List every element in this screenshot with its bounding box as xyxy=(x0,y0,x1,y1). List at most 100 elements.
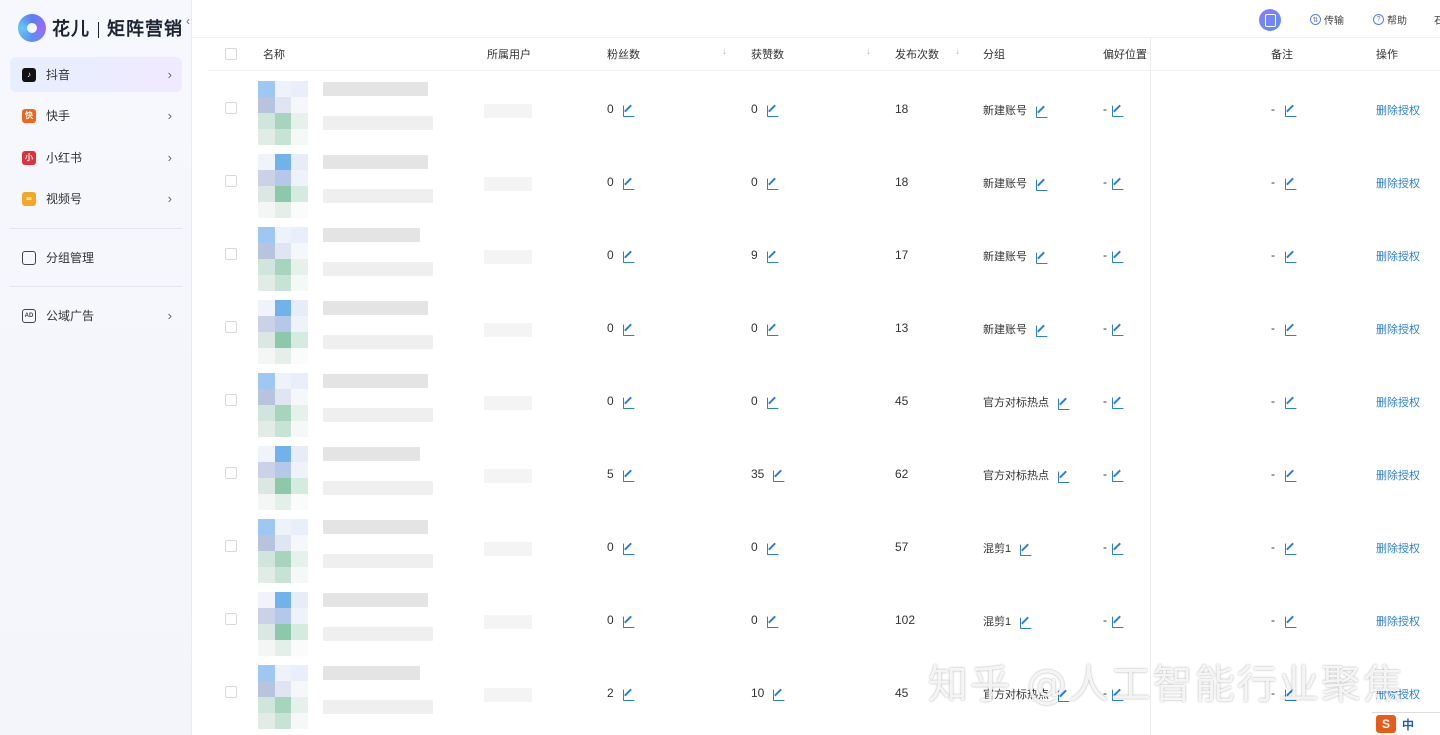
row-checkbox[interactable] xyxy=(225,686,237,698)
edit-icon[interactable] xyxy=(1285,542,1297,555)
thumb-cell xyxy=(291,551,308,567)
table-row: 0 0 13 新建账号 - - 删除授权 xyxy=(208,291,1440,364)
delete-auth-link[interactable]: 删除授权 xyxy=(1376,613,1420,629)
thumb-cell xyxy=(291,608,308,624)
edit-icon[interactable] xyxy=(622,104,635,117)
edit-icon[interactable] xyxy=(622,396,635,409)
ime-indicator[interactable]: S 中 xyxy=(1372,712,1440,735)
edit-icon[interactable] xyxy=(766,104,779,117)
edit-icon[interactable] xyxy=(1285,177,1297,190)
edit-icon[interactable] xyxy=(1036,105,1048,118)
delete-auth-link[interactable]: 删除授权 xyxy=(1376,540,1420,556)
sidebar-item-douyin[interactable]: ♪ 抖音 › xyxy=(10,57,182,92)
fans-cell: 0 xyxy=(607,613,635,628)
sort-fans-icon[interactable]: ↓ xyxy=(722,46,727,57)
edit-icon[interactable] xyxy=(622,323,635,336)
avatar[interactable] xyxy=(1259,9,1281,31)
location-cell: - xyxy=(1103,175,1124,190)
sidebar-divider xyxy=(10,286,182,287)
sort-likes-icon[interactable]: ↓ xyxy=(866,46,871,57)
edit-icon[interactable] xyxy=(622,177,635,190)
edit-icon[interactable] xyxy=(1112,323,1124,336)
row-checkbox[interactable] xyxy=(225,394,237,406)
header-fans[interactable]: 粉丝数 xyxy=(607,46,640,62)
row-checkbox[interactable] xyxy=(225,102,237,114)
edit-icon[interactable] xyxy=(622,250,635,263)
help-button[interactable]: ? 帮助 xyxy=(1373,12,1407,27)
row-checkbox[interactable] xyxy=(225,175,237,187)
edit-icon[interactable] xyxy=(622,688,635,701)
edit-icon[interactable] xyxy=(766,177,779,190)
row-checkbox[interactable] xyxy=(225,613,237,625)
edit-icon[interactable] xyxy=(1112,104,1124,117)
edit-icon[interactable] xyxy=(766,615,779,628)
header-posts[interactable]: 发布次数 xyxy=(895,46,939,62)
edit-icon[interactable] xyxy=(1285,469,1297,482)
edit-icon[interactable] xyxy=(766,542,779,555)
collapse-sidebar-icon[interactable]: ‹ xyxy=(186,14,190,28)
edit-icon[interactable] xyxy=(773,688,786,701)
edit-icon[interactable] xyxy=(1036,178,1048,191)
edit-icon[interactable] xyxy=(1112,177,1124,190)
owner-redacted xyxy=(484,177,532,191)
edit-icon[interactable] xyxy=(1285,323,1297,336)
edit-icon[interactable] xyxy=(1285,250,1297,263)
delete-auth-link[interactable]: 删除授权 xyxy=(1376,102,1420,118)
edit-icon[interactable] xyxy=(622,542,635,555)
edit-icon[interactable] xyxy=(1112,469,1124,482)
posts-cell: 13 xyxy=(895,321,908,335)
posts-cell: 18 xyxy=(895,175,908,189)
owner-redacted xyxy=(484,104,532,118)
edit-icon[interactable] xyxy=(766,323,779,336)
edit-icon[interactable] xyxy=(766,396,779,409)
edit-icon[interactable] xyxy=(1285,104,1297,117)
row-checkbox[interactable] xyxy=(225,248,237,260)
fans-value: 0 xyxy=(607,248,614,262)
sidebar-item-label: 公域广告 xyxy=(46,309,95,323)
likes-value: 35 xyxy=(751,467,765,481)
row-checkbox[interactable] xyxy=(225,540,237,552)
delete-auth-link[interactable]: 删除授权 xyxy=(1376,394,1420,410)
transfer-button[interactable]: ⇅ 传输 xyxy=(1310,12,1344,27)
edit-icon[interactable] xyxy=(622,615,635,628)
delete-auth-link[interactable]: 删除授权 xyxy=(1376,467,1420,483)
header-likes[interactable]: 获赞数 xyxy=(751,46,784,62)
header-ops: 操作 xyxy=(1376,49,1398,61)
edit-icon[interactable] xyxy=(1285,615,1297,628)
sidebar-item-public-ads[interactable]: AD 公域广告 › xyxy=(10,298,182,333)
edit-icon[interactable] xyxy=(1112,615,1124,628)
edit-icon[interactable] xyxy=(1058,397,1070,410)
edit-icon[interactable] xyxy=(1112,250,1124,263)
sidebar-item-xiaohongshu[interactable]: 小 小红书 › xyxy=(10,140,182,175)
sort-posts-icon[interactable]: ↓ xyxy=(955,46,960,57)
fans-value: 2 xyxy=(607,686,614,700)
edit-icon[interactable] xyxy=(1285,396,1297,409)
delete-auth-link[interactable]: 删除授权 xyxy=(1376,321,1420,337)
edit-icon[interactable] xyxy=(622,469,635,482)
edit-icon[interactable] xyxy=(766,250,779,263)
account-name-redacted xyxy=(323,374,428,388)
edit-icon[interactable] xyxy=(1020,543,1033,556)
edit-icon[interactable] xyxy=(1058,470,1070,483)
sidebar-item-shipinhao[interactable]: ∞ 视频号 › xyxy=(10,181,182,216)
sidebar-item-kuaishou[interactable]: 快 快手 › xyxy=(10,98,182,133)
thumb-cell xyxy=(258,275,275,291)
edit-icon[interactable] xyxy=(1112,542,1124,555)
more-menu-button[interactable]: 石 xyxy=(1434,12,1440,27)
row-checkbox[interactable] xyxy=(225,321,237,333)
location-cell: - xyxy=(1103,102,1124,117)
edit-icon[interactable] xyxy=(1112,396,1124,409)
delete-auth-link[interactable]: 删除授权 xyxy=(1376,248,1420,264)
edit-icon[interactable] xyxy=(773,469,786,482)
edit-icon[interactable] xyxy=(1036,251,1048,264)
posts-value: 62 xyxy=(895,467,909,481)
sidebar-item-group-manage[interactable]: 分组管理 xyxy=(10,240,182,275)
sogou-icon: S xyxy=(1376,715,1396,733)
select-all-checkbox[interactable] xyxy=(225,48,237,60)
delete-auth-link[interactable]: 删除授权 xyxy=(1376,175,1420,191)
edit-icon[interactable] xyxy=(1036,324,1048,337)
brand-logo[interactable]: 花儿 矩阵营销 xyxy=(18,14,183,42)
sidebar-item-label: 快手 xyxy=(46,109,71,123)
row-checkbox[interactable] xyxy=(225,467,237,479)
edit-icon[interactable] xyxy=(1020,616,1033,629)
